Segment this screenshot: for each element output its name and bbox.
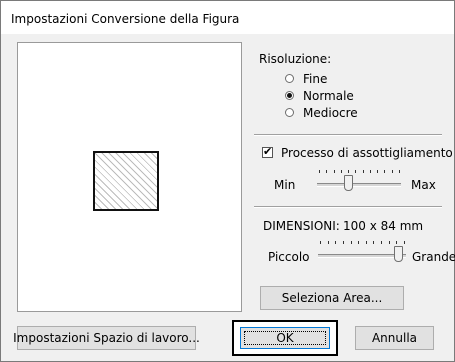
ok-button-highlight: OK [232, 320, 338, 356]
slider-tick [370, 170, 371, 173]
slider-tick [328, 241, 329, 244]
preview-image-area [93, 151, 159, 211]
slider-tick [404, 241, 405, 244]
slider-tick [373, 241, 374, 244]
radio-normale-circle[interactable] [285, 91, 294, 100]
slider-tick [343, 241, 344, 244]
dimensions-value: 100 x 84 mm [343, 219, 424, 233]
slider-tick [326, 170, 327, 173]
size-ticks [316, 241, 408, 245]
select-area-button[interactable]: Seleziona Area... [260, 286, 404, 310]
check-icon: ✔ [263, 145, 273, 158]
slider-tick [384, 170, 385, 173]
resolution-label: Risoluzione: [259, 52, 332, 66]
separator-1 [254, 134, 442, 136]
radio-normale-label: Normale [303, 89, 354, 103]
radio-mediocre-circle[interactable] [285, 108, 294, 117]
slider-tick [389, 241, 390, 244]
dimensions-label: DIMENSIONI: [263, 219, 340, 233]
cancel-button[interactable]: Annulla [355, 326, 434, 350]
thinning-checkbox-row[interactable]: ✔ Processo di assottigliamento : 5 [259, 145, 455, 161]
radio-mediocre-label: Mediocre [303, 106, 358, 120]
thinning-slider[interactable] [315, 170, 403, 198]
title-bar: Impostazioni Conversione della Figura [0, 0, 455, 34]
thinning-slider-thumb[interactable] [344, 175, 353, 191]
size-track [318, 254, 406, 258]
thinning-min-label: Min [274, 178, 296, 192]
slider-tick [377, 170, 378, 173]
radio-mediocre[interactable]: Mediocre [285, 106, 375, 120]
slider-tick [319, 170, 320, 173]
slider-tick [335, 241, 336, 244]
thinning-ticks [315, 170, 403, 174]
window-title: Impostazioni Conversione della Figura [11, 12, 240, 26]
slider-tick [381, 241, 382, 244]
slider-tick [399, 170, 400, 173]
size-large-label: Grande [412, 250, 455, 264]
slider-tick [351, 241, 352, 244]
radio-normale[interactable]: Normale [285, 89, 375, 103]
slider-tick [334, 170, 335, 173]
slider-tick [348, 170, 349, 173]
radio-fine-circle[interactable] [285, 74, 294, 83]
size-small-label: Piccolo [268, 250, 310, 264]
slider-tick [355, 170, 356, 173]
separator-2 [254, 206, 442, 208]
slider-tick [392, 170, 393, 173]
slider-tick [366, 241, 367, 244]
thinning-checkbox[interactable]: ✔ [262, 145, 273, 158]
size-slider-thumb[interactable] [394, 246, 403, 262]
radio-fine[interactable]: Fine [285, 72, 375, 86]
slider-tick [320, 241, 321, 244]
thinning-label: Processo di assottigliamento : 5 [281, 146, 455, 160]
size-slider[interactable] [316, 241, 408, 269]
slider-tick [396, 241, 397, 244]
slider-tick [341, 170, 342, 173]
thinning-track [317, 183, 401, 187]
workspace-settings-button[interactable]: Impostazioni Spazio di lavoro... [13, 326, 200, 350]
radio-fine-label: Fine [303, 72, 328, 86]
slider-tick [358, 241, 359, 244]
ok-button-label: OK [276, 331, 294, 345]
thinning-max-label: Max [411, 178, 436, 192]
ok-button[interactable]: OK [240, 327, 330, 349]
slider-tick [363, 170, 364, 173]
